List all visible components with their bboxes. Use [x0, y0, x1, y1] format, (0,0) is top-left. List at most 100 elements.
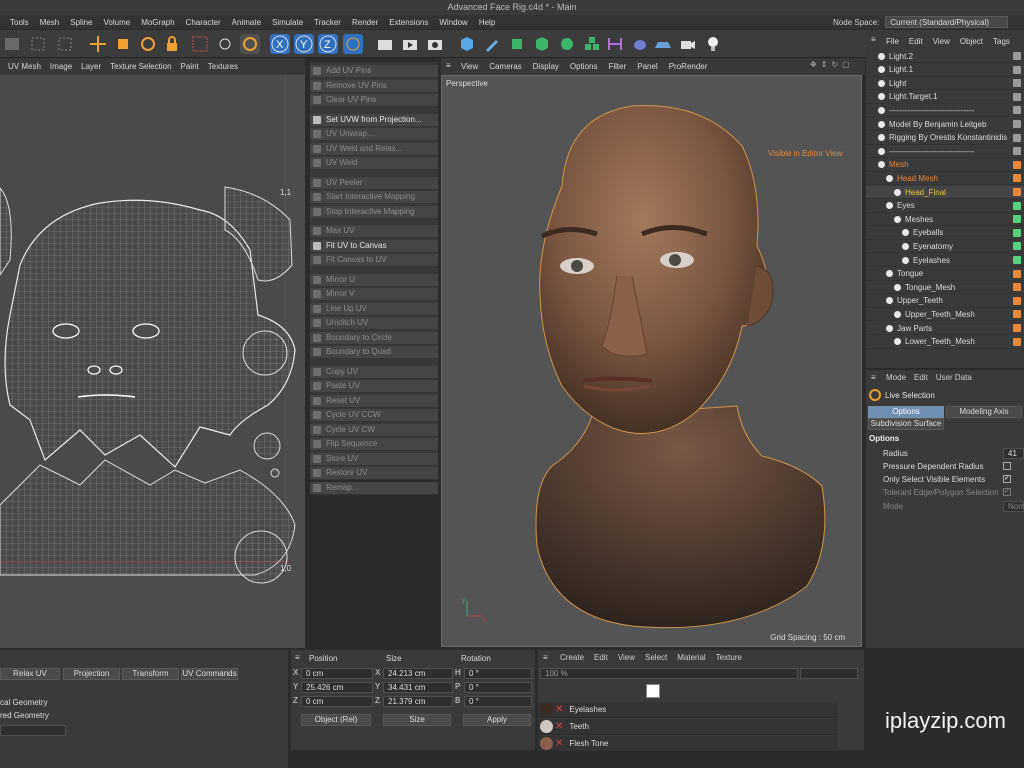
object-row[interactable]: Light	[866, 77, 1024, 91]
uv-cmd-uv-weld[interactable]: UV Weld	[310, 157, 438, 170]
uv-cmd-cycle-uv-ccw[interactable]: Cycle UV CCW	[310, 409, 438, 422]
viewport-menu-cameras[interactable]: Cameras	[489, 62, 521, 71]
object-menu-tags[interactable]: Tags	[993, 37, 1010, 46]
uv-menu-layer[interactable]: Layer	[81, 62, 101, 71]
menu-simulate[interactable]: Simulate	[272, 18, 303, 27]
tab-transform[interactable]: Transform	[122, 668, 179, 680]
uv-canvas[interactable]: 1,1 1,0	[0, 75, 305, 648]
deformer-icon[interactable]	[605, 34, 625, 54]
uv-cmd-stop-interactive-mapping[interactable]: Stop Interactive Mapping	[310, 205, 438, 219]
apply-button[interactable]: Apply	[463, 714, 531, 726]
object-tag-icon[interactable]	[1013, 188, 1021, 196]
viewport-menu-view[interactable]: View	[461, 62, 478, 71]
uv-cmd-uv-unwrap[interactable]: UV Unwrap...	[310, 128, 438, 141]
model-icon[interactable]	[215, 34, 235, 54]
zoom-view-icon[interactable]: ⇕	[821, 60, 828, 69]
object-row[interactable]: Light.2	[866, 50, 1024, 63]
coordinate-mode-select[interactable]: Object (Rel)	[301, 714, 371, 726]
object-row[interactable]: Eyeballs	[866, 227, 1024, 240]
uv-cmd-max-uv[interactable]: Max UV	[310, 225, 438, 238]
rotation-p-input[interactable]: 0 °	[464, 682, 532, 693]
uv-cmd-fit-canvas-to-uv[interactable]: Fit Canvas to UV	[310, 254, 438, 267]
object-row[interactable]: Tongue_Mesh	[866, 281, 1024, 295]
material-menu-edit[interactable]: Edit	[594, 653, 608, 662]
object-row[interactable]: Light.Target.1	[866, 91, 1024, 104]
viewport-menu-filter[interactable]: Filter	[608, 62, 626, 71]
uv-menu-paint[interactable]: Paint	[181, 62, 199, 71]
menu-help[interactable]: Help	[479, 18, 495, 27]
size-mode-select[interactable]: Size	[383, 714, 451, 726]
tab-options[interactable]: Options	[868, 406, 944, 418]
object-row[interactable]: Upper_Teeth	[866, 295, 1024, 308]
object-tag-icon[interactable]	[1013, 120, 1021, 128]
pen-icon[interactable]	[482, 34, 502, 54]
size-x-input[interactable]: 24.213 cm	[383, 668, 453, 679]
object-row[interactable]: Jaw Parts	[866, 322, 1024, 335]
object-tag-icon[interactable]	[1013, 147, 1021, 156]
material-menu-texture[interactable]: Texture	[716, 653, 742, 662]
pressure-radius-checkbox[interactable]	[1003, 462, 1011, 470]
object-tag-icon[interactable]	[1013, 106, 1021, 115]
select-icon[interactable]	[55, 34, 75, 54]
hamburger-icon[interactable]: ≡	[446, 61, 451, 70]
object-tag-icon[interactable]	[1013, 52, 1021, 60]
viewport-menu-prorender[interactable]: ProRender	[669, 62, 708, 71]
material-menu-material[interactable]: Material	[677, 653, 705, 662]
object-tag-icon[interactable]	[1013, 160, 1021, 169]
render-view-icon[interactable]	[375, 34, 395, 54]
uv-menu-texture-selection[interactable]: Texture Selection	[110, 62, 171, 71]
object-tag-icon[interactable]	[1013, 92, 1021, 101]
lock-icon[interactable]	[162, 34, 182, 54]
uv-cmd-uv-weld-and-relax[interactable]: UV Weld and Relax...	[310, 142, 438, 156]
uv-menu-image[interactable]: Image	[50, 62, 72, 71]
uv-cmd-start-interactive-mapping[interactable]: Start Interactive Mapping	[310, 191, 438, 204]
uv-cmd-reset-uv[interactable]: Reset UV	[310, 394, 438, 408]
object-tag-icon[interactable]	[1013, 201, 1021, 210]
object-tag-icon[interactable]	[1013, 296, 1021, 305]
floor-icon[interactable]	[653, 34, 673, 54]
uv-cmd-remove-uv-pins[interactable]: Remove UV Pins	[310, 79, 438, 93]
object-row[interactable]: Eyes	[866, 200, 1024, 213]
y-axis-icon[interactable]: Y	[294, 34, 314, 54]
object-tag-icon[interactable]	[1013, 79, 1021, 88]
coords-hamburger-icon[interactable]: ≡	[295, 653, 300, 662]
attribute-menu-edit[interactable]: Edit	[914, 373, 928, 382]
render-settings-icon[interactable]	[425, 34, 445, 54]
object-row[interactable]: Light.1	[866, 64, 1024, 77]
menu-spline[interactable]: Spline	[70, 18, 92, 27]
material-menu-select[interactable]: Select	[645, 653, 667, 662]
uv-cmd-flip-sequence[interactable]: Flip Sequence	[310, 438, 438, 451]
size-z-input[interactable]: 21.379 cm	[383, 696, 453, 707]
uv-cmd-restore-uv[interactable]: Restore UV	[310, 467, 438, 480]
rotate-view-icon[interactable]: ↻	[831, 60, 838, 69]
object-tag-icon[interactable]	[1013, 133, 1021, 142]
camera-icon[interactable]	[678, 34, 698, 54]
node-space-select[interactable]: Current (Standard/Physical)	[885, 16, 1008, 28]
material-filter[interactable]	[800, 668, 858, 679]
object-menu-edit[interactable]: Edit	[909, 37, 923, 46]
object-row[interactable]: Model By Benjamin Leitgeb	[866, 118, 1024, 131]
menu-render[interactable]: Render	[352, 18, 378, 27]
z-axis-icon[interactable]: Z	[318, 34, 338, 54]
tolerant-checkbox[interactable]: ✓	[1003, 488, 1011, 496]
live-select-icon[interactable]	[240, 34, 260, 54]
uv-cmd-remap[interactable]: Remap...	[310, 481, 438, 495]
object-row[interactable]: --------------------------------	[866, 145, 1024, 159]
maximize-view-icon[interactable]: ▢	[842, 60, 850, 69]
world-coords-icon[interactable]	[343, 34, 363, 54]
object-row[interactable]: Eyelashes	[866, 254, 1024, 267]
rotation-h-input[interactable]: 0 °	[464, 668, 532, 679]
mode-select[interactable]: Norm	[1003, 501, 1024, 512]
uv-cmd-line-up-uv[interactable]: Line Up UV	[310, 302, 438, 316]
object-tag-icon[interactable]	[1013, 283, 1021, 292]
uv-cmd-boundary-to-quad[interactable]: Boundary to Quad	[310, 346, 438, 359]
attribute-menu-mode[interactable]: Mode	[886, 373, 906, 382]
object-row[interactable]: Mesh	[866, 159, 1024, 172]
light-icon[interactable]	[703, 34, 723, 54]
position-y-input[interactable]: 25.426 cm	[301, 682, 373, 693]
uv-cmd-unstitch-uv[interactable]: Unstitch UV	[310, 317, 438, 330]
material-hamburger-icon[interactable]: ≡	[543, 653, 548, 662]
uv-cmd-fit-uv-to-canvas[interactable]: Fit UV to Canvas	[310, 239, 438, 253]
uv-cmd-add-uv-pins[interactable]: Add UV Pins	[310, 65, 438, 78]
uv-cmd-store-uv[interactable]: Store UV	[310, 452, 438, 466]
